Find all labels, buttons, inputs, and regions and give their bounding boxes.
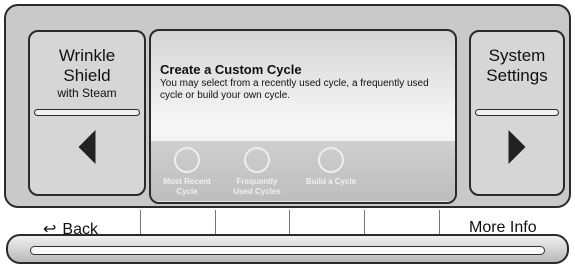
right-arrow-icon[interactable] [508,130,526,164]
screen-body: You may select from a recently used cycl… [160,78,429,101]
system-settings-line1: System [488,46,546,65]
wrinkle-shield-subtitle: with Steam [57,86,117,100]
slider-track [30,246,545,255]
wrinkle-shield-label: Wrinkle Shield with Steam [30,46,144,101]
system-settings-line2: Settings [486,66,548,85]
frequently-used-cycles-label: Frequently Used Cycles [233,177,281,196]
ring-icon [174,147,200,173]
system-settings-button[interactable]: System Settings [469,30,565,196]
most-recent-cycle-option[interactable]: Most Recent Cycle [157,147,217,197]
ring-icon [244,147,270,173]
screen-title: Create a Custom Cycle [160,62,302,77]
system-settings-label: System Settings [471,46,563,86]
wrinkle-shield-line1: Wrinkle [58,46,116,65]
control-panel: Wrinkle Shield with Steam Create a Custo… [4,4,571,208]
frequently-used-cycles-option[interactable]: Frequently Used Cycles [227,147,287,197]
left-button-divider [34,109,140,116]
wrinkle-shield-line2: Shield [63,66,111,85]
wrinkle-shield-button[interactable]: Wrinkle Shield with Steam [28,30,146,196]
build-a-cycle-option[interactable]: Build a Cycle [301,147,361,187]
most-recent-cycle-label: Most Recent Cycle [163,177,211,196]
ring-icon [318,147,344,173]
cycle-options: Most Recent Cycle Frequently Used Cycles B… [151,141,455,201]
left-arrow-icon[interactable] [78,130,96,164]
display-screen: Create a Custom Cycle You may select fro… [149,29,457,204]
touch-slider[interactable] [6,234,569,264]
right-button-divider [475,109,559,116]
build-a-cycle-label: Build a Cycle [305,177,357,186]
